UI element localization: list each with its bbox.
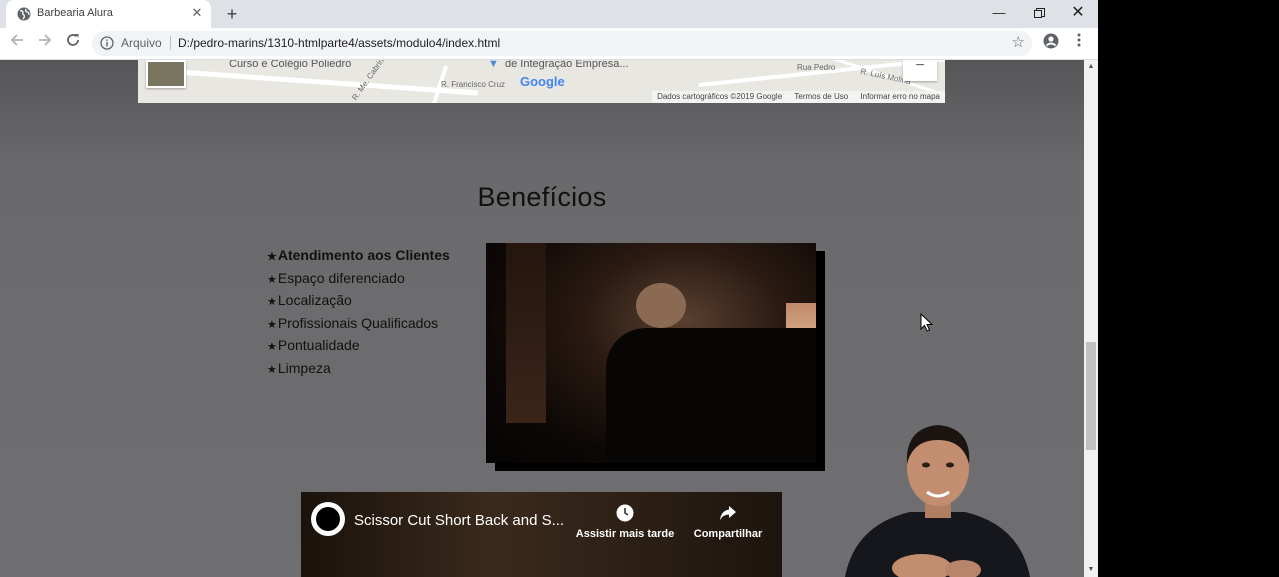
map-zoom-out-button[interactable]: −	[903, 60, 937, 81]
url-text[interactable]: D:/pedro-marins/1310-htmlparte4/assets/m…	[178, 36, 500, 50]
close-window-button[interactable]: ✕	[1064, 3, 1092, 23]
benefit-label: Limpeza	[277, 359, 331, 376]
presenter-webcam-overlay	[845, 425, 1030, 577]
forward-button[interactable]	[35, 33, 55, 53]
divider	[170, 36, 171, 50]
map-label: de Integração Empresa...	[505, 60, 629, 70]
list-item: ★Espaço diferenciado	[267, 268, 450, 291]
mouse-cursor-icon	[920, 313, 934, 332]
reload-icon	[67, 34, 79, 46]
map-pin-icon: ▼	[488, 60, 499, 70]
watch-later-button[interactable]: Assistir mais tarde	[570, 502, 680, 540]
account-circle-icon	[1043, 33, 1059, 49]
tab-strip: Barbearia Alura ✕ + — ✕	[0, 0, 1098, 28]
bookmark-star-icon[interactable]: ☆	[1012, 33, 1025, 51]
benefit-label: Atendimento aos Clientes	[277, 247, 450, 263]
map-data-credit: Dados cartográficos ©2019 Google	[657, 92, 783, 101]
list-item: ★Atendimento aos Clientes	[267, 245, 450, 268]
toolbar: Arquivo D:/pedro-marins/1310-htmlparte4/…	[0, 28, 1098, 60]
scheme-label: Arquivo	[121, 36, 162, 50]
map-terms-link[interactable]: Termos de Uso	[794, 92, 848, 101]
photo-detail	[606, 328, 816, 463]
embedded-map[interactable]: Curso e Colégio Poliedro ▼ de Integração…	[138, 60, 945, 103]
scrollbar-thumb[interactable]	[1086, 342, 1096, 450]
arrow-right-icon	[39, 34, 52, 46]
more-vert-icon	[1077, 33, 1081, 47]
map-report-link[interactable]: Informar erro no mapa	[860, 92, 940, 101]
list-item: ★Localização	[267, 290, 450, 313]
profile-button[interactable]	[1041, 33, 1061, 53]
close-tab-icon[interactable]: ✕	[189, 5, 205, 21]
channel-avatar[interactable]	[311, 502, 345, 536]
star-icon: ★	[267, 273, 277, 286]
map-label: Curso e Colégio Poliedro	[229, 60, 352, 70]
scroll-up-arrow-icon[interactable]: ▲	[1084, 60, 1098, 74]
benefit-label: Espaço diferenciado	[277, 269, 405, 286]
menu-button[interactable]	[1069, 33, 1089, 53]
video-title[interactable]: Scissor Cut Short Back and S...	[354, 512, 564, 529]
new-tab-button[interactable]: +	[222, 4, 242, 24]
star-icon: ★	[267, 341, 277, 354]
google-logo: Google	[520, 74, 565, 89]
star-icon: ★	[267, 318, 277, 331]
tab-title: Barbearia Alura	[37, 7, 113, 19]
star-icon: ★	[267, 363, 277, 376]
minimize-button[interactable]: —	[985, 3, 1013, 23]
barber-photo	[486, 243, 816, 463]
globe-icon	[17, 7, 31, 21]
map-road	[178, 69, 478, 96]
benefit-label: Localização	[277, 292, 352, 309]
restore-button[interactable]	[1025, 3, 1053, 23]
info-icon[interactable]	[100, 36, 114, 50]
benefit-label: Profissionais Qualificados	[277, 314, 439, 331]
restore-icon	[1033, 8, 1045, 18]
list-item: ★Profissionais Qualificados	[267, 313, 450, 336]
address-bar[interactable]: Arquivo D:/pedro-marins/1310-htmlparte4/…	[92, 31, 1032, 56]
section-title: Benefícios	[477, 182, 607, 212]
star-icon: ★	[267, 251, 277, 263]
map-label: Rua Pedro	[797, 63, 836, 72]
vertical-scrollbar[interactable]: ▲ ▼	[1084, 60, 1098, 577]
photo-detail	[636, 283, 686, 328]
tab-barbearia[interactable]: Barbearia Alura ✕	[6, 0, 211, 28]
map-satellite-thumbnail[interactable]	[146, 60, 186, 88]
clock-icon	[616, 504, 634, 522]
reload-button[interactable]	[63, 33, 83, 53]
star-icon: ★	[267, 296, 277, 309]
arrow-left-icon	[10, 34, 23, 46]
share-arrow-icon	[720, 506, 736, 520]
scroll-down-arrow-icon[interactable]: ▼	[1084, 563, 1098, 577]
map-label: R. Francisco Cruz	[441, 80, 506, 89]
benefits-list: ★Atendimento aos Clientes ★Espaço difere…	[267, 245, 450, 381]
benefit-label: Pontualidade	[277, 337, 360, 354]
map-footer: Dados cartográficos ©2019 Google Termos …	[652, 91, 945, 103]
share-button[interactable]: Compartilhar	[673, 502, 782, 540]
share-label: Compartilhar	[693, 528, 763, 540]
watch-later-label: Assistir mais tarde	[575, 528, 675, 540]
list-item: ★Pontualidade	[267, 335, 450, 358]
list-item: ★Limpeza	[267, 358, 450, 381]
youtube-embed[interactable]: Scissor Cut Short Back and S... Assistir…	[301, 492, 782, 577]
back-button[interactable]	[7, 33, 27, 53]
photo-detail	[506, 243, 546, 423]
